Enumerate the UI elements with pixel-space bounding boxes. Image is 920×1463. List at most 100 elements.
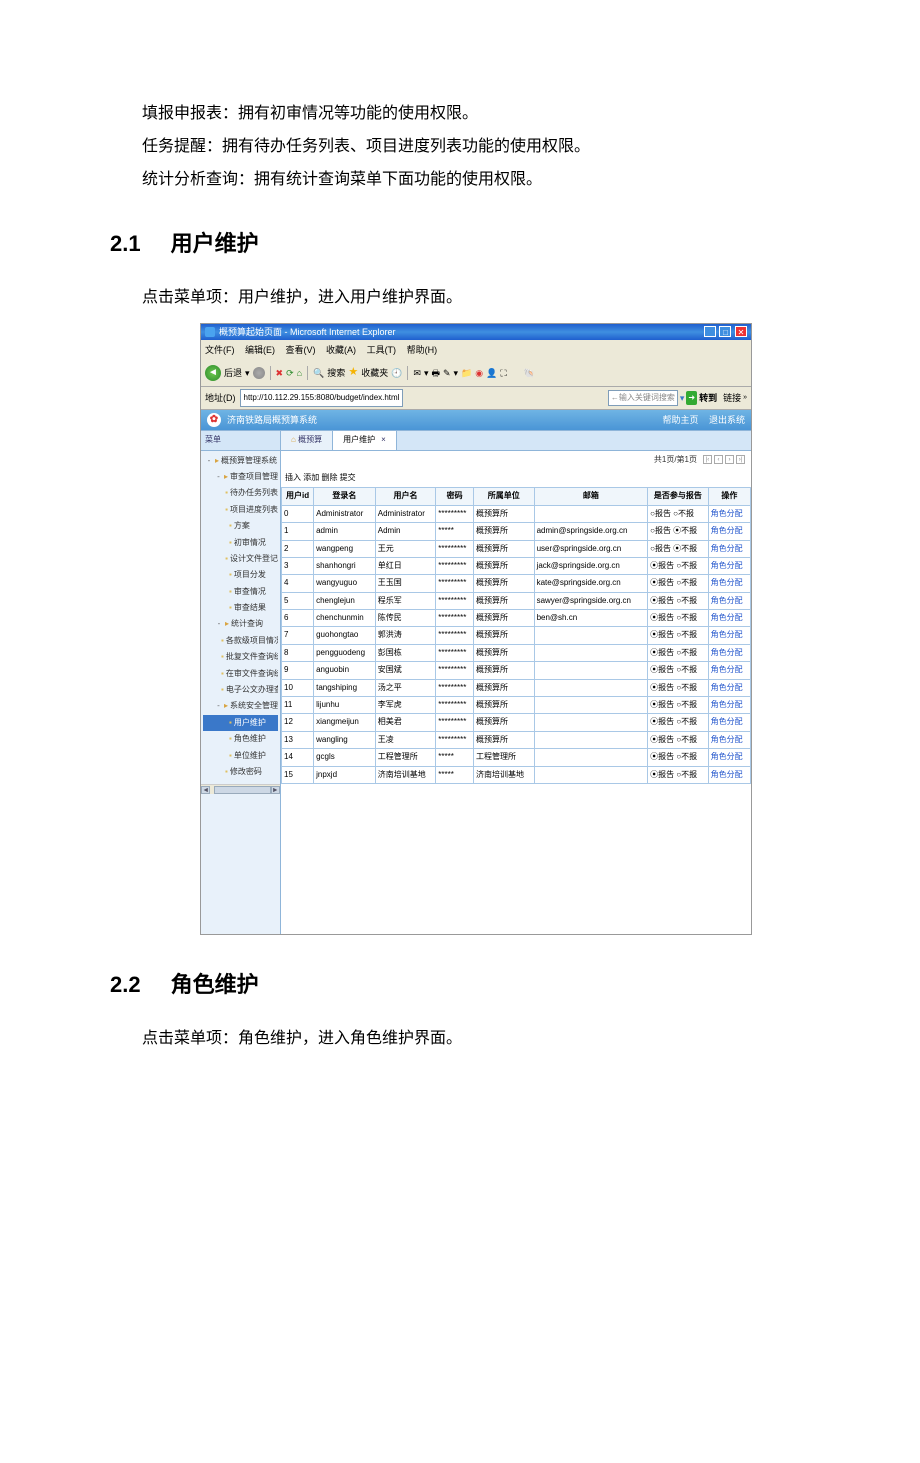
extra-icon[interactable]: 🐚 — [524, 365, 535, 381]
pager-buttons[interactable]: |‹‹››| — [703, 455, 745, 464]
table-row[interactable]: 5chenglejun程乐军*********概预算所sawyer@spring… — [282, 592, 751, 609]
tree-item[interactable]: ▪初审情况 — [203, 535, 278, 551]
tree-item[interactable]: ▪在审文件查询统计 — [203, 666, 278, 682]
history-icon[interactable]: 🕘 — [391, 365, 402, 381]
tree-item[interactable]: ▪修改密码 — [203, 764, 278, 780]
table-row[interactable]: 13wangling王凌*********概预算所⦿报告 ○不报角色分配 — [282, 731, 751, 748]
sidebar-scrollbar[interactable]: ◄ ► — [201, 784, 280, 794]
role-assign-link[interactable]: 角色分配 — [711, 630, 743, 639]
search-input[interactable]: ←输入关键词搜索 — [608, 390, 678, 406]
menu-tools[interactable]: 工具(T) — [367, 345, 397, 355]
document-icon: ▪ — [221, 650, 224, 664]
role-assign-link[interactable]: 角色分配 — [711, 665, 743, 674]
role-assign-link[interactable]: 角色分配 — [711, 752, 743, 761]
tab-bar: ⌂ 概预算 用户维护× — [281, 431, 751, 450]
tree-item[interactable]: ▪审查结果 — [203, 600, 278, 616]
column-header: 操作 — [708, 488, 750, 505]
tree-item[interactable]: ▪角色维护 — [203, 731, 278, 747]
stop-icon[interactable]: ✖ — [276, 365, 284, 381]
msgr-icon[interactable]: 👤 — [486, 365, 497, 381]
menu-view[interactable]: 查看(V) — [286, 345, 316, 355]
action-bar[interactable]: 插入 添加 删除 提交 — [281, 469, 751, 487]
table-row[interactable]: 12xiangmeijun相美君*********概预算所⦿报告 ○不报角色分配 — [282, 714, 751, 731]
role-assign-link[interactable]: 角色分配 — [711, 509, 743, 518]
tree-item[interactable]: ▪批复文件查询统计 — [203, 649, 278, 665]
role-assign-link[interactable]: 角色分配 — [711, 596, 743, 605]
table-row[interactable]: 4wangyuguo王玉国*********概预算所kate@springsid… — [282, 575, 751, 592]
tree-item[interactable]: ▪各款级项目情况统计 — [203, 633, 278, 649]
edit-icon[interactable]: ✎ — [443, 365, 451, 381]
tree-item[interactable]: ▪单位维护 — [203, 748, 278, 764]
role-assign-link[interactable]: 角色分配 — [711, 578, 743, 587]
tree-item[interactable]: ▪设计文件登记 — [203, 551, 278, 567]
tree-item[interactable]: -▸审查项目管理 — [203, 469, 278, 485]
logout-link[interactable]: 退出系统 — [709, 415, 745, 425]
forward-button[interactable] — [253, 367, 265, 379]
tree-item[interactable]: ▪审查情况 — [203, 584, 278, 600]
paragraph: 统计分析查询：拥有统计查询菜单下面功能的使用权限。 — [110, 166, 810, 195]
minimize-button[interactable]: _ — [704, 326, 716, 337]
full-icon[interactable]: ⛶ — [500, 365, 506, 381]
folder-icon: ▸ — [225, 617, 229, 631]
column-header: 用户id — [282, 488, 314, 505]
print-icon[interactable]: 🖶 — [432, 365, 441, 381]
table-row[interactable]: 7guohongtao郭洪涛*********概预算所⦿报告 ○不报角色分配 — [282, 627, 751, 644]
maximize-button[interactable]: □ — [719, 326, 731, 337]
role-assign-link[interactable]: 角色分配 — [711, 770, 743, 779]
url-input[interactable]: http://10.112.29.155:8080/budget/index.h… — [240, 389, 404, 407]
tree-item[interactable]: ▪用户维护 — [203, 715, 278, 731]
role-assign-link[interactable]: 角色分配 — [711, 613, 743, 622]
folder-icon: ▸ — [215, 454, 219, 468]
role-assign-link[interactable]: 角色分配 — [711, 700, 743, 709]
tree-item[interactable]: -▸系统安全管理 — [203, 698, 278, 714]
close-button[interactable]: ✕ — [735, 326, 747, 337]
role-assign-link[interactable]: 角色分配 — [711, 526, 743, 535]
tab-home[interactable]: ⌂ 概预算 — [281, 431, 333, 449]
tree-item[interactable]: -▸统计查询 — [203, 616, 278, 632]
table-row[interactable]: 8pengguodeng彭国栋*********概预算所⦿报告 ○不报角色分配 — [282, 644, 751, 661]
mail-icon[interactable]: ✉ — [413, 365, 421, 381]
tree-item[interactable]: ▪电子公文办理查看 — [203, 682, 278, 698]
home-icon[interactable]: ⌂ — [297, 365, 302, 381]
role-assign-link[interactable]: 角色分配 — [711, 561, 743, 570]
role-assign-link[interactable]: 角色分配 — [711, 717, 743, 726]
role-assign-link[interactable]: 角色分配 — [711, 544, 743, 553]
role-assign-link[interactable]: 角色分配 — [711, 735, 743, 744]
refresh-icon[interactable]: ⟳ — [286, 365, 294, 381]
tree-item[interactable]: ▪项目进度列表 — [203, 502, 278, 518]
help-link[interactable]: 帮助主页 — [662, 415, 698, 425]
tree-item[interactable]: ▪项目分发 — [203, 567, 278, 583]
tree-item[interactable]: ▪待办任务列表 — [203, 485, 278, 501]
folder-icon[interactable]: 📁 — [461, 365, 472, 381]
table-row[interactable]: 0AdministratorAdministrator*********概预算所… — [282, 505, 751, 522]
menu-help[interactable]: 帮助(H) — [407, 345, 438, 355]
table-row[interactable]: 15jnpxjd济南培训基地*****济南培训基地⦿报告 ○不报角色分配 — [282, 766, 751, 783]
tree-item[interactable]: -▸概预算管理系统 — [203, 453, 278, 469]
back-button[interactable]: ◄ — [205, 365, 221, 381]
menu-edit[interactable]: 编辑(E) — [245, 345, 275, 355]
close-tab-icon[interactable]: × — [381, 435, 386, 444]
table-row[interactable]: 1adminAdmin*****概预算所admin@springside.org… — [282, 523, 751, 540]
links-label[interactable]: 链接 — [723, 390, 741, 406]
search-icon[interactable]: 🔍 — [313, 365, 324, 381]
user-table: 用户id登录名用户名密码所属单位邮箱是否参与报告操作 0Administrato… — [281, 487, 751, 784]
table-row[interactable]: 10tangshiping汤之平*********概预算所⦿报告 ○不报角色分配 — [282, 679, 751, 696]
menu-file[interactable]: 文件(F) — [205, 345, 235, 355]
menu-favorites[interactable]: 收藏(A) — [326, 345, 356, 355]
window-title: 概预算起始页面 - Microsoft Internet Explorer — [219, 324, 396, 340]
table-row[interactable]: 9anguobin安国斌*********概预算所⦿报告 ○不报角色分配 — [282, 662, 751, 679]
go-button[interactable]: ➜ — [686, 391, 697, 405]
table-row[interactable]: 11lijunhu李军虎*********概预算所⦿报告 ○不报角色分配 — [282, 697, 751, 714]
role-assign-link[interactable]: 角色分配 — [711, 683, 743, 692]
prev-icon[interactable]: ◉ — [475, 365, 483, 381]
sidebar: 菜单 -▸概预算管理系统-▸审查项目管理▪待办任务列表▪项目进度列表▪方案▪初审… — [201, 431, 281, 934]
tree-item[interactable]: ▪方案 — [203, 518, 278, 534]
table-row[interactable]: 3shanhongri单红日*********概预算所jack@springsi… — [282, 557, 751, 574]
table-row[interactable]: 6chenchunmin陈传民*********概预算所ben@sh.cn⦿报告… — [282, 610, 751, 627]
document-icon: ▪ — [229, 601, 232, 615]
table-row[interactable]: 2wangpeng王元*********概预算所user@springside.… — [282, 540, 751, 557]
role-assign-link[interactable]: 角色分配 — [711, 648, 743, 657]
tab-user-maint[interactable]: 用户维护× — [333, 431, 397, 449]
table-row[interactable]: 14gcgls工程管理所*****工程管理所⦿报告 ○不报角色分配 — [282, 749, 751, 766]
favorites-icon[interactable]: ★ — [348, 363, 358, 383]
